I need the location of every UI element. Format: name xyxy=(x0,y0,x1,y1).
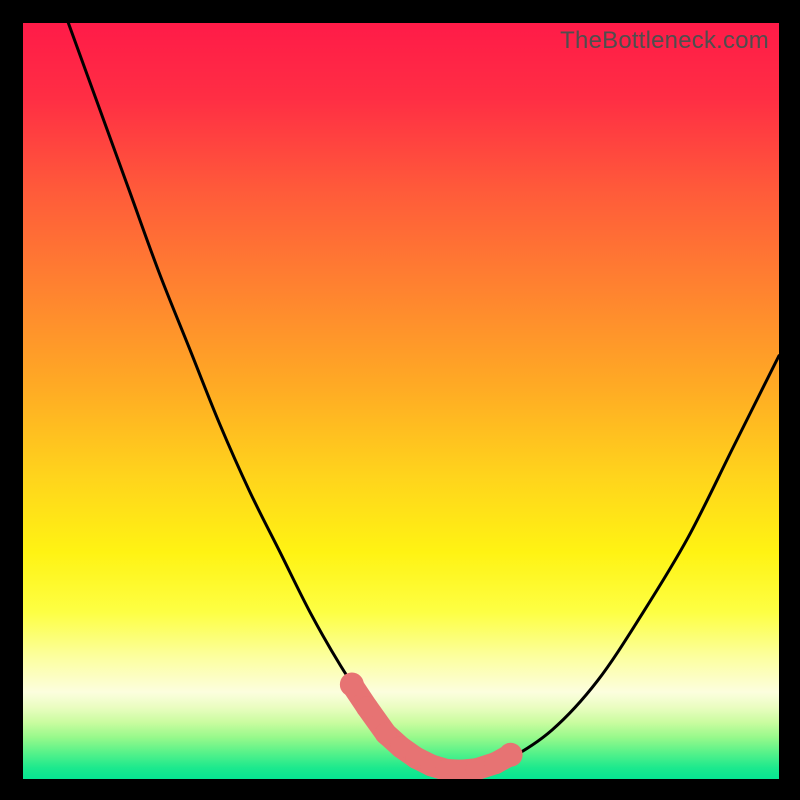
marker-dot xyxy=(340,673,364,697)
plot-area: TheBottleneck.com xyxy=(23,23,779,779)
highlight-markers xyxy=(340,673,523,780)
marker-dot xyxy=(499,743,523,767)
chart-stage: TheBottleneck.com xyxy=(0,0,800,800)
marker-dot xyxy=(356,696,378,718)
bottleneck-curve xyxy=(68,23,779,772)
curve-layer xyxy=(23,23,779,779)
